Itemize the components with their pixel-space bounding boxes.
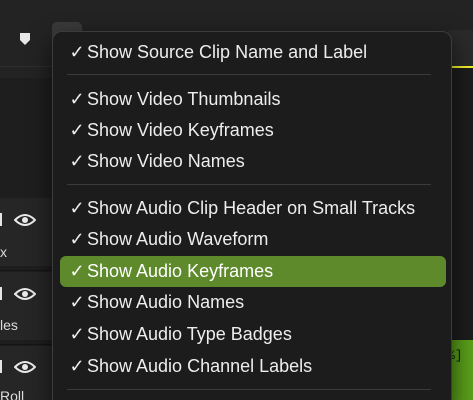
- timeline-window: x les Roll %] ✓ Show Source Clip Name an…: [0, 0, 473, 400]
- checkmark-icon: ✓: [69, 292, 85, 312]
- checkmark-icon: ✓: [69, 120, 85, 140]
- eye-icon[interactable]: [14, 213, 36, 227]
- track-lock-icon[interactable]: [0, 287, 2, 300]
- menu-item-label: Show Audio Clip Header on Small Tracks: [87, 198, 416, 218]
- marker-icon[interactable]: [19, 32, 31, 46]
- checkmark-icon: ✓: [69, 324, 85, 344]
- menu-separator: [67, 184, 431, 185]
- checkmark-icon: ✓: [69, 151, 85, 171]
- checkmark-icon: ✓: [69, 198, 85, 218]
- track-header[interactable]: x: [0, 198, 60, 266]
- eye-icon[interactable]: [14, 287, 36, 301]
- menu-item-label: Show Audio Type Badges: [87, 324, 292, 344]
- checkmark-icon: ✓: [69, 89, 85, 109]
- menu-item-show-video-names[interactable]: ✓ Show Video Names: [60, 146, 446, 177]
- checkmark-icon: ✓: [69, 42, 85, 62]
- menu-item-label: Show Video Names: [87, 151, 245, 171]
- eye-icon[interactable]: [14, 360, 36, 374]
- track-divider: [0, 344, 60, 345]
- menu-item-label: Show Video Keyframes: [87, 120, 274, 140]
- track-lock-icon[interactable]: [0, 360, 2, 373]
- menu-item-show-audio-type-badges[interactable]: ✓ Show Audio Type Badges: [60, 319, 446, 350]
- menu-item-label: Show Video Thumbnails: [87, 89, 281, 109]
- checkmark-icon: ✓: [69, 229, 85, 249]
- checkmark-icon: ✓: [69, 261, 85, 281]
- menu-item-show-audio-waveform[interactable]: ✓ Show Audio Waveform: [60, 224, 446, 255]
- menu-item-show-video-keyframes[interactable]: ✓ Show Video Keyframes: [60, 115, 446, 146]
- toolbar-divider: [0, 66, 60, 67]
- menu-item-show-audio-names[interactable]: ✓ Show Audio Names: [60, 287, 446, 318]
- track-name: x: [0, 244, 7, 260]
- menu-item-label: Show Source Clip Name and Label: [87, 42, 368, 62]
- checkmark-icon: ✓: [69, 356, 85, 376]
- menu-item-show-video-thumbnails[interactable]: ✓ Show Video Thumbnails: [60, 84, 446, 115]
- menu-item-show-source-clip-name-and-label[interactable]: ✓ Show Source Clip Name and Label: [60, 37, 446, 68]
- track-divider: [0, 270, 60, 271]
- menu-item-show-audio-keyframes[interactable]: ✓ Show Audio Keyframes: [60, 256, 446, 287]
- track-lock-icon[interactable]: [0, 213, 2, 226]
- track-header[interactable]: les: [0, 272, 60, 340]
- menu-separator: [67, 74, 431, 75]
- menu-item-label: Show Audio Waveform: [87, 229, 269, 249]
- menu-item-label: Show Audio Names: [87, 292, 245, 312]
- track-header[interactable]: Roll: [0, 346, 60, 400]
- timeline-display-settings-menu: ✓ Show Source Clip Name and Label ✓ Show…: [52, 31, 452, 400]
- menu-item-show-audio-clip-header-on-small-tracks[interactable]: ✓ Show Audio Clip Header on Small Tracks: [60, 193, 446, 224]
- track-name: Roll: [0, 388, 25, 400]
- track-name: les: [0, 317, 18, 333]
- menu-item-label: Show Audio Keyframes: [87, 261, 274, 281]
- menu-item-label: Show Audio Channel Labels: [87, 356, 313, 376]
- menu-item-show-audio-channel-labels[interactable]: ✓ Show Audio Channel Labels: [60, 351, 446, 382]
- menu-separator: [67, 389, 431, 390]
